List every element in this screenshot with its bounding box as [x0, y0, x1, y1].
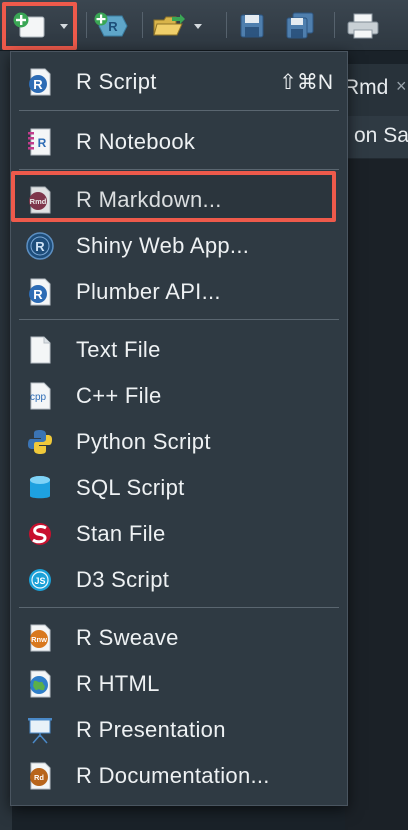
r-notebook-icon: R: [25, 127, 55, 157]
svg-text:R: R: [108, 19, 118, 34]
save-all-icon: [286, 12, 314, 39]
menu-item-label: Plumber API...: [76, 279, 221, 304]
sql-icon: [25, 473, 55, 503]
r-project-plus-icon: R: [94, 12, 128, 37]
menu-item-r-html[interactable]: R HTML: [11, 662, 347, 706]
r-script-icon: R: [25, 67, 55, 97]
main-toolbar: R: [0, 0, 408, 51]
menu-item-text-file[interactable]: Text File: [11, 328, 347, 372]
menu-item-python-script[interactable]: Python Script: [11, 420, 347, 464]
svg-text:R: R: [33, 287, 43, 302]
svg-text:Rd: Rd: [34, 773, 44, 782]
menu-item-label: R Script: [76, 69, 157, 94]
menu-item-label: Text File: [76, 337, 161, 362]
r-markdown-highlight: [11, 171, 336, 222]
save-all-button[interactable]: [284, 12, 316, 40]
r-presentation-icon: [25, 715, 55, 745]
stan-icon: [25, 519, 55, 549]
svg-text:JS: JS: [34, 576, 45, 586]
menu-item-shortcut: ⇧⌘N: [279, 70, 333, 94]
editor-source-bar-text[interactable]: on Sa: [354, 124, 408, 148]
menu-item-label: SQL Script: [76, 475, 185, 500]
print-icon: [347, 13, 379, 39]
svg-text:cpp: cpp: [30, 392, 47, 403]
editor-body: [345, 159, 408, 830]
plumber-icon: R: [25, 277, 55, 307]
menu-item-d3-script[interactable]: JS D3 Script: [11, 558, 347, 602]
python-icon: [25, 427, 55, 457]
toolbar-separator: [334, 12, 335, 38]
svg-text:R: R: [38, 136, 47, 150]
print-button[interactable]: [346, 12, 380, 40]
svg-text:R: R: [35, 239, 45, 254]
menu-item-label: Python Script: [76, 429, 211, 454]
shiny-icon: R: [25, 231, 55, 261]
svg-text:Rnw: Rnw: [31, 635, 47, 644]
menu-item-label: D3 Script: [76, 567, 170, 592]
menu-item-label: Shiny Web App...: [76, 233, 250, 258]
menu-item-sql-script[interactable]: SQL Script: [11, 466, 347, 510]
svg-text:R: R: [33, 77, 43, 92]
menu-item-label: R Notebook: [76, 129, 196, 154]
menu-item-r-sweave[interactable]: Rnw R Sweave: [11, 616, 347, 660]
menu-separator: [19, 169, 339, 170]
menu-separator: [19, 607, 339, 608]
new-project-button[interactable]: R: [94, 12, 128, 40]
toolbar-separator: [226, 12, 227, 38]
menu-item-label: R Presentation: [76, 717, 226, 742]
menu-item-r-script[interactable]: R R Script ⇧⌘N: [11, 60, 347, 104]
menu-item-label: C++ File: [76, 383, 162, 408]
open-file-button[interactable]: [152, 12, 202, 40]
new-file-menu: R R Script ⇧⌘N R R Notebook Rmd R Markdo…: [10, 51, 348, 806]
menu-item-r-notebook[interactable]: R R Notebook: [11, 120, 347, 164]
app-window: Rmd × on Sa R R R Script ⇧⌘N R R Noteboo…: [0, 0, 408, 830]
editor-tab-close-icon[interactable]: ×: [396, 76, 407, 97]
menu-item-r-presentation[interactable]: R Presentation: [11, 708, 347, 752]
menu-item-label: R Documentation...: [76, 763, 270, 788]
toolbar-separator: [86, 12, 87, 38]
d3-icon: JS: [25, 565, 55, 595]
menu-item-label: R HTML: [76, 671, 160, 696]
menu-item-plumber-api[interactable]: R Plumber API...: [11, 270, 347, 314]
cpp-file-icon: cpp: [25, 381, 55, 411]
menu-separator: [19, 110, 339, 111]
new-file-highlight: [2, 2, 77, 50]
save-icon: [240, 14, 264, 38]
menu-item-stan-file[interactable]: Stan File: [11, 512, 347, 556]
open-file-caret-icon[interactable]: [194, 23, 202, 29]
menu-item-label: R Sweave: [76, 625, 179, 650]
menu-item-cpp-file[interactable]: cpp C++ File: [11, 374, 347, 418]
r-sweave-icon: Rnw: [25, 623, 55, 653]
menu-item-r-documentation[interactable]: Rd R Documentation...: [11, 754, 347, 798]
menu-item-shiny-web-app[interactable]: R Shiny Web App...: [11, 224, 347, 268]
menu-item-label: Stan File: [76, 521, 166, 546]
save-button[interactable]: [238, 12, 266, 40]
toolbar-separator: [142, 12, 143, 38]
r-html-icon: [25, 669, 55, 699]
menu-separator: [19, 319, 339, 320]
folder-open-icon: [153, 14, 185, 36]
r-documentation-icon: Rd: [25, 761, 55, 791]
editor-tab-label[interactable]: Rmd: [344, 76, 388, 100]
text-file-icon: [25, 335, 55, 365]
